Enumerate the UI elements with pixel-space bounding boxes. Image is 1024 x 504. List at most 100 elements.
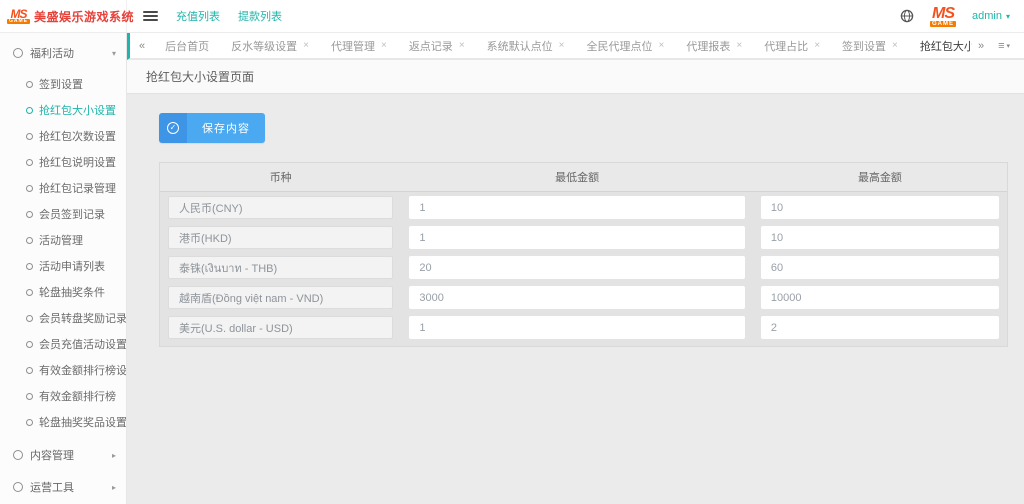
sidebar-item[interactable]: 抢红包大小设置 [0, 97, 126, 123]
tab-item[interactable]: 抢红包大小设置× [909, 33, 972, 58]
table-header-row: 币种最低金额最高金额 [160, 163, 1007, 192]
sidebar-section[interactable]: 运营工具▸ [0, 471, 126, 503]
max-cell-wrap [753, 312, 1007, 342]
max-amount-input[interactable] [761, 196, 999, 219]
sidebar-item-label: 签到设置 [39, 76, 83, 92]
sidebar-item[interactable]: 会员签到记录 [0, 201, 126, 227]
tab-label: 代理报表 [686, 38, 730, 54]
tab-close-icon[interactable]: × [459, 41, 465, 51]
min-amount-input[interactable] [409, 226, 745, 249]
tab-close-icon[interactable]: × [892, 41, 898, 51]
circle-icon [26, 237, 33, 244]
table-body: 人民币(CNY)港币(HKD)泰铢(เงินบาท - THB)越南盾(Đồng… [160, 192, 1007, 342]
admin-menu[interactable]: admin ▾ [972, 10, 1010, 22]
circle-icon [26, 341, 33, 348]
tab-close-icon[interactable]: × [814, 41, 820, 51]
min-amount-input[interactable] [409, 286, 745, 309]
tab-close-icon[interactable]: × [559, 41, 565, 51]
circle-icon [26, 159, 33, 166]
min-amount-input[interactable] [409, 256, 745, 279]
max-amount-input[interactable] [761, 316, 999, 339]
sidebar-item[interactable]: 抢红包说明设置 [0, 149, 126, 175]
brand-logo[interactable]: MS GAME 美盛娱乐游戏系统 [0, 0, 127, 32]
max-amount-input[interactable] [761, 256, 999, 279]
currency-cell-wrap: 美元(U.S. dollar - USD) [160, 312, 401, 342]
max-cell-wrap [753, 252, 1007, 282]
body-row: 福利活动▾ 签到设置抢红包大小设置抢红包次数设置抢红包说明设置抢红包记录管理会员签… [0, 33, 1024, 504]
min-cell-wrap [401, 252, 753, 282]
tab-bar: « 后台首页反水等级设置×代理管理×返点记录×系统默认点位×全民代理点位×代理报… [127, 33, 1024, 60]
circle-icon [26, 419, 33, 426]
tabs-list: 后台首页反水等级设置×代理管理×返点记录×系统默认点位×全民代理点位×代理报表×… [154, 33, 972, 58]
top-nav-link-1[interactable]: 提款列表 [238, 8, 282, 24]
min-amount-input[interactable] [409, 316, 745, 339]
tabs-scroll-left-icon[interactable]: « [130, 33, 154, 58]
circle-icon [26, 315, 33, 322]
table-row: 泰铢(เงินบาท - THB) [160, 252, 1007, 282]
tab-item[interactable]: 签到设置× [831, 33, 909, 58]
min-cell-wrap [401, 312, 753, 342]
tab-close-icon[interactable]: × [659, 41, 665, 51]
sidebar-section[interactable]: 福利活动▾ [0, 37, 126, 69]
tab-label: 代理占比 [764, 38, 808, 54]
circle-icon [13, 482, 23, 492]
sidebar-item-label: 有效金额排行榜设置 [39, 362, 127, 378]
circle-icon [26, 263, 33, 270]
tab-item[interactable]: 返点记录× [398, 33, 476, 58]
currency-label: 越南盾(Đồng việt nam - VND) [168, 286, 393, 309]
sidebar-item-label: 轮盘抽奖奖品设置 [39, 414, 127, 430]
tab-label: 代理管理 [331, 38, 375, 54]
caret-down-icon: ▾ [112, 49, 116, 58]
ms-logo-icon: MS GAME [930, 6, 956, 27]
sidebar-item[interactable]: 轮盘抽奖条件 [0, 279, 126, 305]
tab-item[interactable]: 全民代理点位× [576, 33, 676, 58]
sidebar-item[interactable]: 活动管理 [0, 227, 126, 253]
min-amount-input[interactable] [409, 196, 745, 219]
sidebar-item[interactable]: 轮盘抽奖奖品设置 [0, 409, 126, 435]
sidebar-item-label: 抢红包大小设置 [39, 102, 116, 118]
circle-icon [26, 185, 33, 192]
tabs-menu-icon[interactable]: ≡ ▾ [998, 40, 1010, 52]
tab-close-icon[interactable]: × [381, 41, 387, 51]
tabs-scroll-right-icon[interactable]: » [978, 40, 984, 52]
tab-item[interactable]: 代理管理 × [320, 33, 398, 58]
tab-close-icon[interactable]: × [736, 41, 742, 51]
currency-cell-wrap: 港币(HKD) [160, 222, 401, 252]
hamburger-icon[interactable] [141, 7, 160, 25]
tab-item[interactable]: 代理报表 × [675, 33, 753, 58]
save-button[interactable]: ✓ 保存内容 [159, 113, 265, 143]
table-column-header: 最高金额 [753, 163, 1007, 191]
min-cell-wrap [401, 222, 753, 252]
sidebar-item[interactable]: 有效金额排行榜设置 [0, 357, 126, 383]
sidebar-section-label: 内容管理 [30, 447, 74, 463]
tab-label: 后台首页 [165, 38, 209, 54]
sidebar-item-label: 活动管理 [39, 232, 83, 248]
table-row: 越南盾(Đồng việt nam - VND) [160, 282, 1007, 312]
tab-item[interactable]: 代理占比 × [753, 33, 831, 58]
sidebar-section[interactable]: 内容管理▸ [0, 439, 126, 471]
tab-close-icon[interactable]: × [303, 41, 309, 51]
sidebar-item[interactable]: 会员充值活动设置 [0, 331, 126, 357]
sidebar-item[interactable]: 活动申请列表 [0, 253, 126, 279]
sidebar-item[interactable]: 签到设置 [0, 71, 126, 97]
sidebar-item[interactable]: 会员转盘奖励记录 [0, 305, 126, 331]
top-nav-link-0[interactable]: 充值列表 [176, 8, 220, 24]
sidebar-item-label: 会员转盘奖励记录 [39, 310, 127, 326]
sidebar-section-label: 运营工具 [30, 479, 74, 495]
circle-icon [26, 367, 33, 374]
sidebar-item-label: 会员签到记录 [39, 206, 105, 222]
language-globe-icon[interactable] [900, 9, 914, 23]
max-amount-input[interactable] [761, 226, 999, 249]
tab-item[interactable]: 系统默认点位× [476, 33, 576, 58]
sidebar-item[interactable]: 抢红包次数设置 [0, 123, 126, 149]
ms-logo-icon: MS GAME [7, 8, 30, 24]
tab-item[interactable]: 反水等级设置× [220, 33, 320, 58]
sidebar-item[interactable]: 有效金额排行榜 [0, 383, 126, 409]
circle-icon [26, 393, 33, 400]
tab-item[interactable]: 后台首页 [154, 33, 220, 58]
table-column-header: 最低金额 [401, 163, 753, 191]
admin-label: admin [972, 10, 1002, 22]
sidebar-item[interactable]: 抢红包记录管理 [0, 175, 126, 201]
sidebar-item-label: 抢红包记录管理 [39, 180, 116, 196]
max-amount-input[interactable] [761, 286, 999, 309]
